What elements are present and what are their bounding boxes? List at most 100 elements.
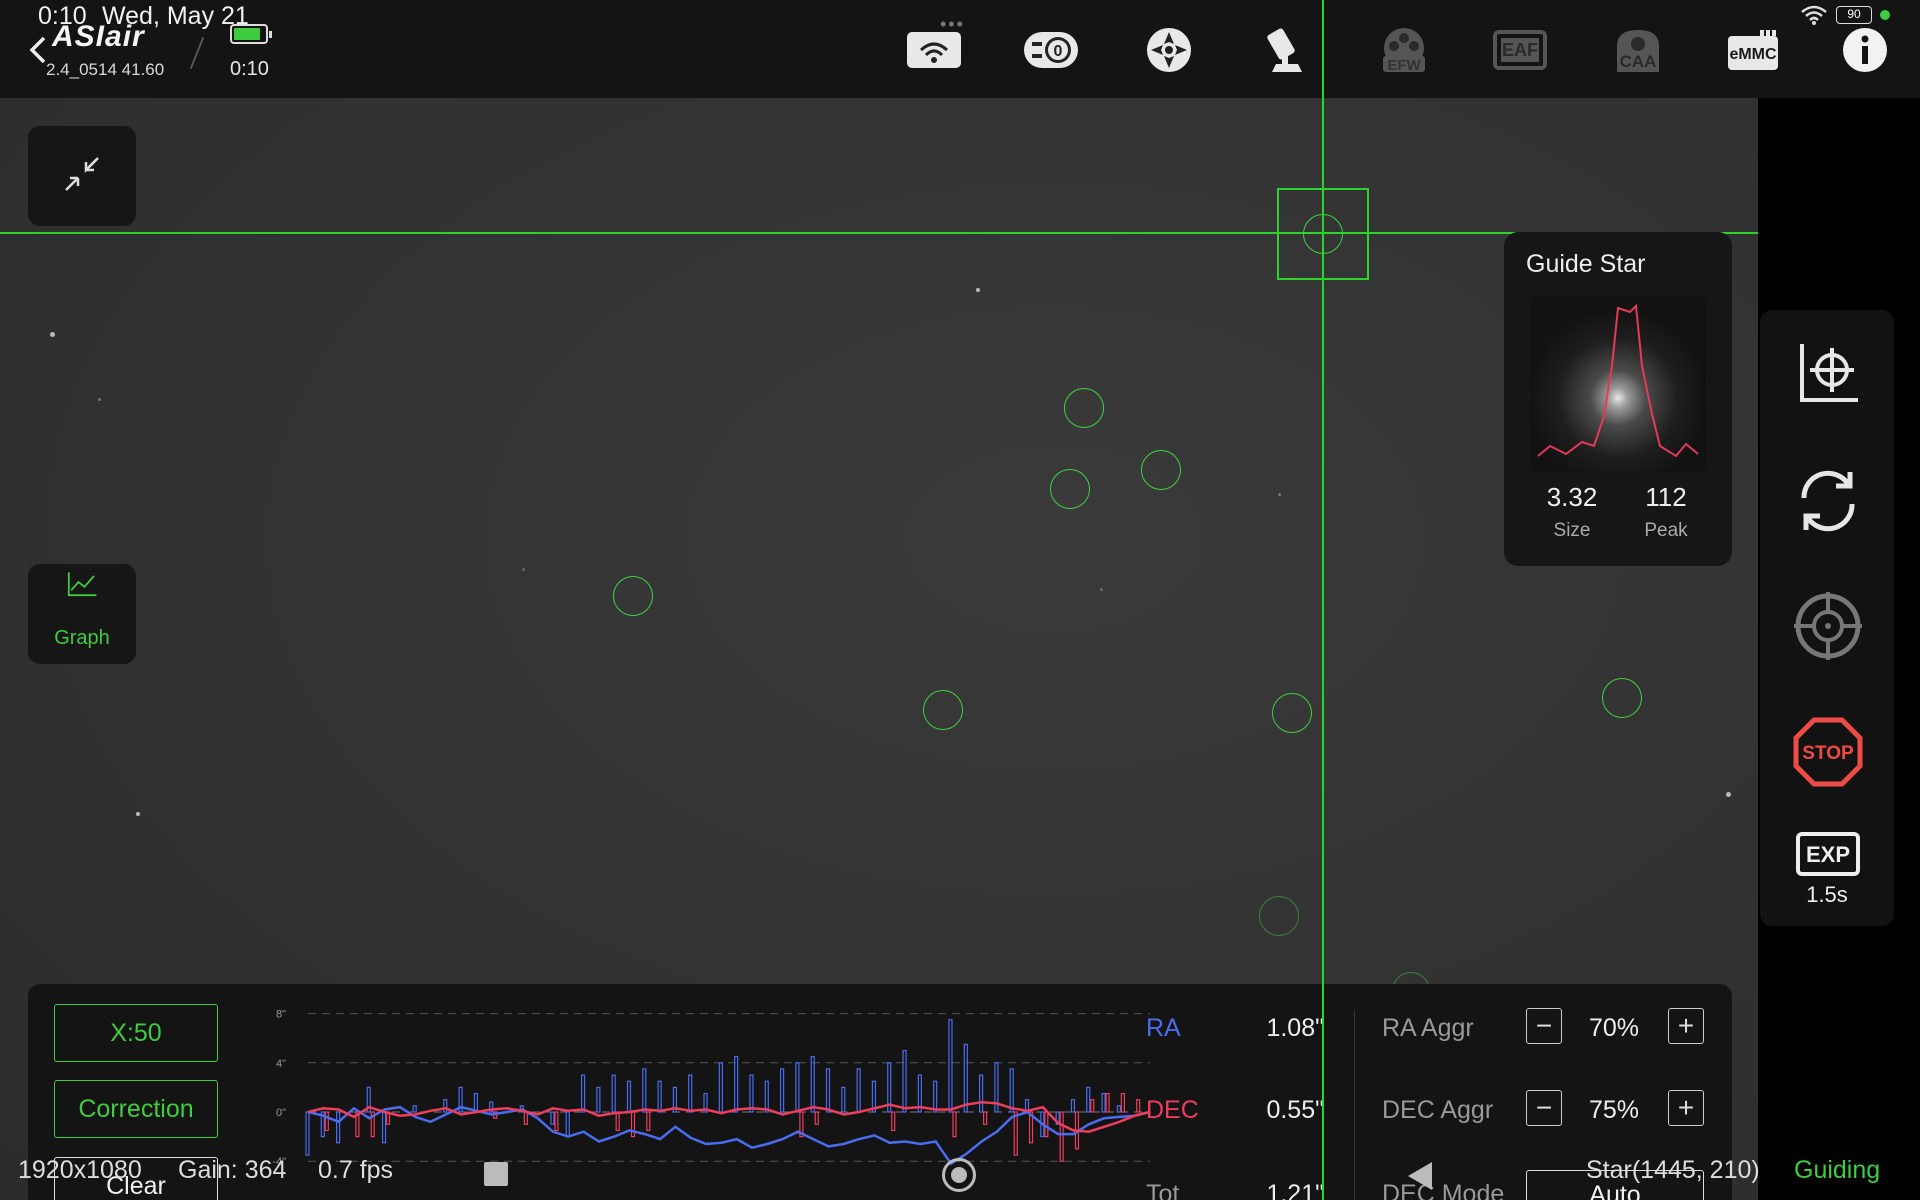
wifi-signal-icon <box>1801 5 1827 25</box>
star <box>522 568 525 571</box>
stop-icon[interactable]: STOP <box>1790 714 1866 790</box>
ra-label: RA <box>1146 1014 1181 1042</box>
detected-star-ring <box>1272 693 1312 733</box>
detected-star-ring <box>923 690 963 730</box>
toolbar-label-caa: CAA <box>1619 52 1657 71</box>
correction-pulse <box>1101 1092 1106 1113</box>
correction-pulse <box>596 1086 601 1113</box>
star <box>1278 493 1281 496</box>
detected-star-ring <box>613 576 653 616</box>
dec-aggr-label: DEC Aggr <box>1382 1096 1494 1124</box>
fps-status: 0.7 fps <box>318 1156 394 1184</box>
correction-pulse <box>1009 1068 1014 1113</box>
correction-pulse <box>1070 1099 1076 1113</box>
star <box>136 812 140 816</box>
star <box>50 332 55 337</box>
detected-star-ring <box>1141 450 1181 490</box>
exposure-icon[interactable]: EXP <box>1790 828 1866 880</box>
guide-star-peak-value: 112 <box>1645 482 1687 512</box>
correction-pulse <box>626 1080 632 1113</box>
system-battery: 90 <box>1836 6 1872 24</box>
dec-aggr-decrease-button[interactable]: − <box>1526 1090 1562 1126</box>
top-bar: 0:10 Wed, May 21 ASIair 2.4_0514 41.60 0… <box>0 0 1920 98</box>
crosshair-vertical <box>1322 0 1324 1200</box>
filter-wheel-icon[interactable]: EFW <box>1373 26 1435 74</box>
guide-star-size-value: 3.32 <box>1546 482 1598 512</box>
x-scale-button[interactable]: X:50 <box>54 1004 218 1062</box>
camera-counter-icon[interactable]: 0 <box>1020 26 1082 74</box>
graph-y-tick: 0" <box>276 1107 286 1119</box>
storage-icon[interactable]: eMMC <box>1722 26 1784 74</box>
correction-pulse <box>1090 1099 1095 1113</box>
camera-view[interactable]: Graph Guide Star 3.32 Size 112 Peak X:50… <box>0 98 1758 1200</box>
telescope-icon[interactable] <box>1256 26 1318 74</box>
collapse-button[interactable] <box>28 126 136 226</box>
ra-aggr-label: RA Aggr <box>1382 1014 1474 1042</box>
correction-pulse <box>795 1062 800 1113</box>
correction-pulse <box>856 1068 861 1113</box>
graph-y-tick: 4" <box>276 1058 286 1070</box>
correction-pulse <box>933 1080 938 1113</box>
correction-pulse <box>615 1111 620 1132</box>
dec-aggr-value: 75% <box>1588 1096 1640 1124</box>
detected-star-ring <box>1064 388 1104 428</box>
ra-value: 1.08" <box>1266 1014 1324 1042</box>
star-position-status: Star(1445, 210) <box>1586 1156 1760 1184</box>
app-logo: ASIair <box>52 20 145 53</box>
correction-pulse <box>718 1062 723 1113</box>
correction-pulse <box>523 1111 528 1125</box>
bottom-status-bar: 1920x1080 Gain: 364 0.7 fps Star(1445, 2… <box>0 1140 1920 1200</box>
correction-pulse <box>814 1111 819 1125</box>
ra-aggr-decrease-button[interactable]: − <box>1526 1008 1562 1044</box>
graph-toggle-button[interactable]: Graph <box>28 564 136 664</box>
correction-pulse <box>963 1043 968 1113</box>
correction-pulse <box>657 1080 662 1113</box>
divider <box>189 36 205 70</box>
detected-star-ring <box>1602 678 1642 718</box>
nav-back-icon[interactable] <box>1408 1162 1432 1190</box>
exposure-value[interactable]: 1.5s <box>1760 882 1894 908</box>
nav-home-icon[interactable] <box>942 1158 976 1192</box>
correction-pulse <box>779 1068 785 1113</box>
guiding-state: Guiding <box>1794 1156 1881 1184</box>
dec-aggr-increase-button[interactable]: + <box>1668 1090 1704 1126</box>
toolbar-label-emmc: eMMC <box>1729 46 1777 63</box>
correction-pulse <box>412 1105 417 1113</box>
crosshair-horizontal <box>0 232 1758 234</box>
correction-pulse <box>554 1111 559 1132</box>
ra-aggr-increase-button[interactable]: + <box>1668 1008 1704 1044</box>
target-icon[interactable] <box>1790 588 1866 664</box>
correction-pulse <box>324 1111 329 1132</box>
exp-label: EXP <box>1806 842 1850 867</box>
caa-icon[interactable]: CAA <box>1607 26 1669 74</box>
focuser-icon[interactable]: EAF <box>1489 26 1551 74</box>
graph-label: Graph <box>54 627 110 649</box>
correction-pulse <box>952 1111 957 1138</box>
correction-pulse <box>734 1056 739 1113</box>
correction-pulse <box>1105 1092 1110 1113</box>
nav-recents-icon[interactable] <box>484 1162 508 1186</box>
wifi-router-icon[interactable] <box>903 26 965 74</box>
loop-icon[interactable] <box>1790 462 1866 538</box>
svg-text:0: 0 <box>1054 43 1063 60</box>
correction-pulse <box>749 1074 754 1113</box>
stop-label: STOP <box>1802 743 1854 764</box>
graph-y-tick: 8" <box>276 1009 286 1021</box>
star <box>976 288 980 292</box>
guide-star-panel: Guide Star 3.32 Size 112 Peak <box>1504 232 1732 566</box>
correction-pulse <box>764 1080 769 1113</box>
detected-star-ring <box>1050 469 1090 509</box>
correction-pulse <box>1116 1105 1121 1113</box>
info-icon[interactable] <box>1838 26 1892 74</box>
correction-pulse <box>902 1049 907 1113</box>
guide-calibrate-icon[interactable] <box>1790 336 1866 412</box>
correction-pulse <box>825 1068 831 1113</box>
guide-star-title: Guide Star <box>1526 250 1646 278</box>
correction-pulse <box>841 1086 846 1113</box>
star <box>1726 792 1731 797</box>
mount-icon[interactable] <box>1138 26 1200 74</box>
star-profile-icon <box>1537 303 1699 458</box>
correction-button[interactable]: Correction <box>54 1080 218 1138</box>
correction-pulse <box>891 1111 896 1132</box>
dec-label: DEC <box>1146 1096 1199 1124</box>
